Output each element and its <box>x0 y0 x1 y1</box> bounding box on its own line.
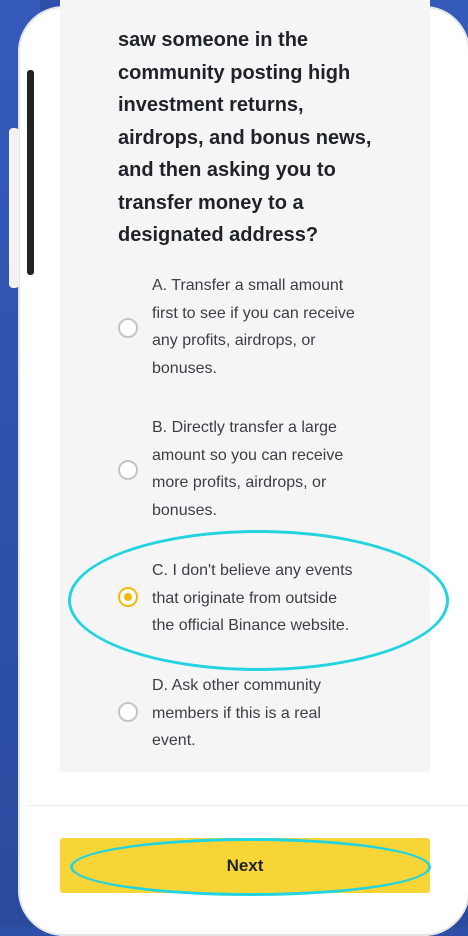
option-line: the official Binance website. <box>152 617 350 634</box>
option-line: members if this is a real <box>152 704 321 722</box>
option-line: that originate from outside <box>152 589 337 607</box>
question-line: airdrops, and bonus news, <box>118 126 372 149</box>
option-line: first to see if you can receive <box>152 304 355 322</box>
option-c[interactable]: C. I don't believe any events that origi… <box>118 557 418 641</box>
question-line: saw someone in the <box>118 29 309 51</box>
next-button[interactable]: Next <box>60 838 430 893</box>
option-b[interactable]: B. Directly transfer a large amount so y… <box>118 414 418 524</box>
option-a[interactable]: A. Transfer a small amount first to see … <box>118 272 418 382</box>
question-line: transfer money to a <box>118 191 304 214</box>
option-line: amount so you can receive <box>152 446 344 464</box>
option-line: any profits, airdrops, or <box>152 332 316 349</box>
radio-icon[interactable] <box>118 460 138 480</box>
question-line: designated address? <box>118 224 319 246</box>
option-line: A. Transfer a small amount <box>152 277 344 294</box>
question-text: saw someone in the community posting hig… <box>118 24 418 252</box>
question-line: investment returns, <box>118 94 304 116</box>
radio-selected-icon[interactable] <box>118 587 138 607</box>
option-d[interactable]: D. Ask other community members if this i… <box>118 672 418 756</box>
option-line: more profits, airdrops, or <box>152 474 327 491</box>
option-line: event. <box>152 732 196 749</box>
option-line: bonuses. <box>152 359 217 377</box>
option-line: B. Directly transfer a large <box>152 419 337 436</box>
option-label: C. I don't believe any events that origi… <box>152 557 422 640</box>
radio-icon[interactable] <box>118 318 138 338</box>
phone-side-button <box>9 128 19 288</box>
phone-side-edge <box>27 70 34 275</box>
footer-divider <box>28 805 468 806</box>
option-label: B. Directly transfer a large amount so y… <box>152 414 422 524</box>
question-line: community posting high <box>118 61 351 84</box>
option-label: A. Transfer a small amount first to see … <box>152 272 422 382</box>
radio-icon[interactable] <box>118 702 138 722</box>
option-line: bonuses. <box>152 501 217 519</box>
option-line: C. I don't believe any events <box>152 562 353 579</box>
option-line: D. Ask other community <box>152 677 321 694</box>
option-label: D. Ask other community members if this i… <box>152 672 422 755</box>
question-line: and then asking you to <box>118 159 336 181</box>
